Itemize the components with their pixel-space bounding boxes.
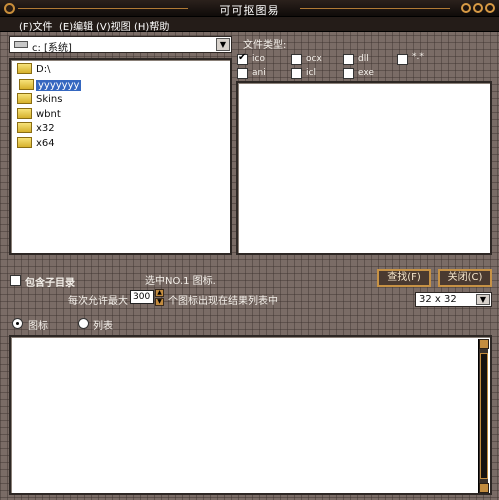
scroll-thumb[interactable] <box>480 353 488 479</box>
scroll-up-icon[interactable] <box>479 339 489 349</box>
file-types-label: 文件类型: <box>243 40 287 51</box>
filetype-icl-checkbox[interactable] <box>291 68 302 79</box>
folder-label: D:\ <box>36 63 51 75</box>
folder-item[interactable]: Skins <box>17 93 64 107</box>
folder-icon <box>17 122 32 133</box>
folder-open-icon <box>19 79 34 90</box>
chevron-down-icon[interactable]: ▼ <box>216 38 230 51</box>
folder-icon <box>17 137 32 148</box>
folder-label: Skins <box>36 93 63 105</box>
menu-help[interactable]: (H)帮助 <box>134 18 169 33</box>
filetype-label: icl <box>306 68 316 78</box>
spin-down-icon[interactable]: ▼ <box>155 298 164 306</box>
filetype-label: *.* <box>412 52 424 62</box>
window-title: 可可抠图易 <box>219 4 280 17</box>
folder-open-icon <box>17 63 32 74</box>
menu-edit[interactable]: (E)编辑 <box>59 18 93 33</box>
close-button[interactable]: 关闭(C) <box>438 269 492 287</box>
filetype-label: ani <box>252 68 266 78</box>
folder-item-selected[interactable]: yyyyyyy <box>19 79 82 93</box>
include-subdirs-checkbox[interactable] <box>10 275 21 286</box>
filetype-ani-checkbox[interactable] <box>237 68 248 79</box>
results-list[interactable] <box>9 335 492 495</box>
menu-bar: (F)文件 (E)编辑 (V)视图 (H)帮助 <box>0 17 499 33</box>
view-icons-radio[interactable] <box>12 318 23 329</box>
folder-label: x32 <box>36 122 55 134</box>
filetype-ocx-checkbox[interactable] <box>291 54 302 65</box>
spin-up-icon[interactable]: ▲ <box>155 289 164 297</box>
drive-icon <box>14 41 28 48</box>
search-button[interactable]: 查找(F) <box>377 269 431 287</box>
filetype-dll-checkbox[interactable] <box>343 54 354 65</box>
folder-label: yyyyyyy <box>36 79 82 91</box>
menu-view[interactable]: (V)视图 <box>96 18 131 33</box>
chevron-down-icon[interactable]: ▼ <box>476 294 490 305</box>
folder-icon <box>17 108 32 119</box>
folder-item[interactable]: D:\ <box>17 63 52 77</box>
filetype-exe-checkbox[interactable] <box>343 68 354 79</box>
filetype-label: exe <box>358 68 374 78</box>
icon-preview-panel <box>236 81 492 255</box>
max-icons-suffix: 个图标出现在结果列表中 <box>168 296 278 307</box>
folder-label: x64 <box>36 137 55 149</box>
selection-status-text: 选中NO.1 图标. <box>145 276 216 287</box>
max-icons-input[interactable]: 300 <box>130 290 154 304</box>
folder-label: wbnt <box>36 108 61 120</box>
folder-icon <box>17 93 32 104</box>
folder-item[interactable]: x64 <box>17 137 57 151</box>
filetype-label: dll <box>358 54 369 64</box>
view-icons-label: 图标 <box>28 321 48 332</box>
drive-select[interactable]: c: [系统] ▼ <box>9 36 232 54</box>
include-subdirs-label: 包含子目录 <box>25 278 75 289</box>
icon-size-select[interactable]: 32 x 32 ▼ <box>415 292 492 307</box>
filetype-all-checkbox[interactable] <box>397 54 408 65</box>
folder-item[interactable]: x32 <box>17 122 57 136</box>
results-scrollbar[interactable] <box>478 339 489 493</box>
drive-value: c: [系统] <box>32 43 72 54</box>
max-icons-prefix: 每次允许最大 <box>68 296 128 307</box>
folder-item[interactable]: wbnt <box>17 108 63 122</box>
menu-file[interactable]: (F)文件 <box>19 18 53 33</box>
close-window-button[interactable] <box>485 3 495 13</box>
title-bar[interactable]: 可可抠图易 <box>0 0 499 17</box>
view-list-label: 列表 <box>93 321 113 332</box>
filetype-label: ocx <box>306 54 322 64</box>
filetype-ico-checkbox[interactable] <box>237 52 248 65</box>
filetype-label: ico <box>252 54 265 64</box>
minimize-button[interactable] <box>461 3 471 13</box>
folder-tree[interactable]: D:\ yyyyyyy Skins wbnt x32 x64 <box>9 58 232 255</box>
maximize-button[interactable] <box>473 3 483 13</box>
view-list-radio[interactable] <box>78 318 89 329</box>
icon-size-value: 32 x 32 <box>419 294 457 305</box>
title-divider <box>300 8 450 9</box>
scroll-down-icon[interactable] <box>479 483 489 493</box>
